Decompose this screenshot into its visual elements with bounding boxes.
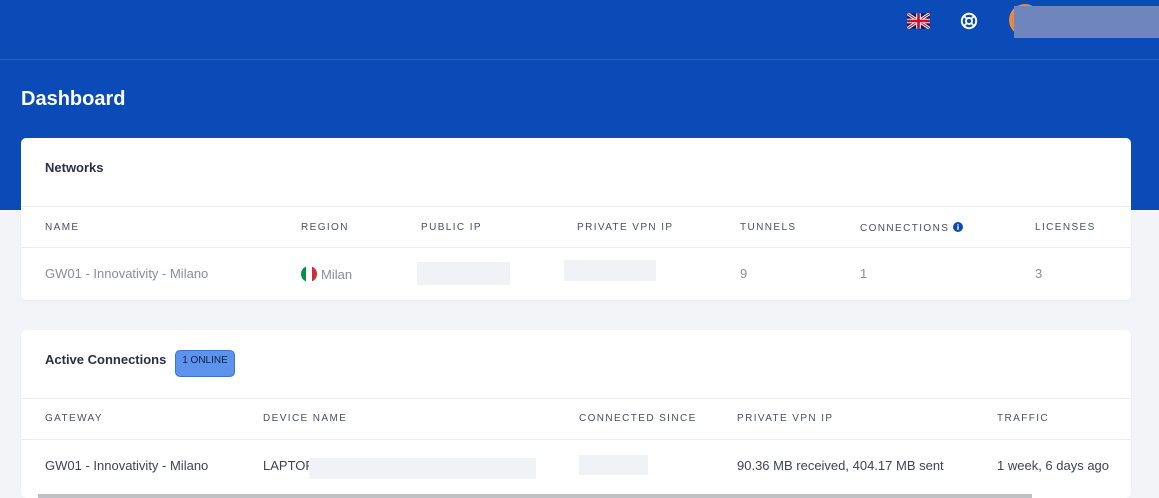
- divider: [21, 247, 1131, 248]
- networks-title: Networks: [45, 160, 104, 175]
- online-count-badge: 1 ONLINE: [175, 350, 235, 377]
- region-label: Milan: [321, 267, 353, 282]
- column-header-traffic: TRAFFIC: [997, 413, 1050, 424]
- network-name[interactable]: GW01 - Innovativity - Milano: [45, 266, 208, 281]
- public-ip-redacted: [417, 262, 510, 285]
- uk-flag-icon[interactable]: [907, 13, 930, 29]
- horizontal-scrollbar[interactable]: [38, 494, 1032, 498]
- device-name-redacted: [309, 458, 536, 479]
- top-bar: [0, 0, 1159, 60]
- networks-card: Networks NAME REGION PUBLIC IP PRIVATE V…: [21, 138, 1131, 300]
- device-name: LAPTOP: [263, 458, 315, 473]
- network-region: Milan: [301, 266, 352, 282]
- column-header-private-vpn-ip: PRIVATE VPN IP: [577, 222, 674, 233]
- tunnels-count: 9: [740, 266, 748, 281]
- divider: [21, 398, 1131, 399]
- private-vpn-ip-redacted: [564, 260, 656, 281]
- page-title: Dashboard: [21, 88, 126, 110]
- user-menu-redacted[interactable]: [1014, 6, 1159, 38]
- connection-duration: 1 week, 6 days ago: [997, 458, 1110, 473]
- column-header-licenses: LICENSES: [1035, 222, 1096, 233]
- column-header-gateway: GATEWAY: [45, 413, 103, 424]
- lifebuoy-icon[interactable]: [960, 12, 978, 30]
- licenses-count: 3: [1035, 266, 1043, 281]
- column-header-public-ip: PUBLIC IP: [421, 222, 482, 233]
- connected-since-redacted: [579, 455, 648, 475]
- column-header-tunnels: TUNNELS: [740, 222, 797, 233]
- column-header-region: REGION: [301, 222, 349, 233]
- gateway-name: GW01 - Innovativity - Milano: [45, 458, 209, 473]
- divider: [21, 206, 1131, 207]
- traffic-amount: 90.36 MB received, 404.17 MB sent: [737, 458, 944, 473]
- column-header-name: NAME: [45, 222, 80, 233]
- column-header-device-name: DEVICE NAME: [263, 413, 348, 424]
- connections-count: 1: [860, 266, 868, 281]
- divider: [21, 439, 1131, 440]
- info-icon[interactable]: [953, 222, 964, 232]
- active-connections-title: Active Connections: [45, 352, 167, 367]
- column-header-connected-since: CONNECTED SINCE: [579, 413, 697, 424]
- active-connections-card: Active Connections 1 ONLINE GATEWAY DEVI…: [21, 330, 1131, 498]
- column-header-connections: CONNECTIONS: [860, 222, 964, 234]
- italy-flag-icon: [301, 266, 317, 282]
- column-header-private-vpn-ip: PRIVATE VPN IP: [737, 413, 834, 424]
- column-header-connections-label: CONNECTIONS: [860, 223, 950, 234]
